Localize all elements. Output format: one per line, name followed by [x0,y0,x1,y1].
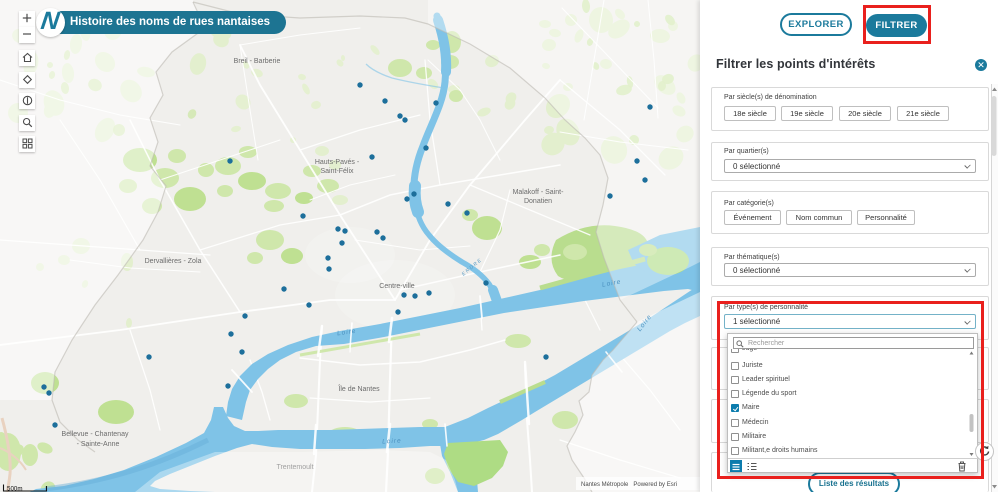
svg-text:Nantes Métropole Powered by: Nantes Métropole Powered by Esri [581,482,677,488]
svg-text:Breil - Barberie: Breil - Barberie [234,58,281,65]
svg-text:Loire: Loire [382,437,402,445]
svg-text:Hauts-Pavés -: Hauts-Pavés - [315,159,360,166]
svg-text:500m: 500m [7,486,22,492]
svg-text:Bellevue - Chantenay: Bellevue - Chantenay [62,431,129,438]
svg-text:Île de Nantes: Île de Nantes [337,384,380,393]
svg-text:- Sainte-Anne: - Sainte-Anne [77,441,120,448]
svg-text:Saint-Félix: Saint-Félix [320,168,354,175]
svg-text:Dervallières - Zola: Dervallières - Zola [145,258,202,265]
svg-text:Centre-ville: Centre-ville [379,283,415,290]
svg-text:Trentemoult: Trentemoult [276,464,313,471]
svg-text:Donatien: Donatien [524,198,552,205]
svg-text:Malakoff - Saint-: Malakoff - Saint- [513,189,565,196]
